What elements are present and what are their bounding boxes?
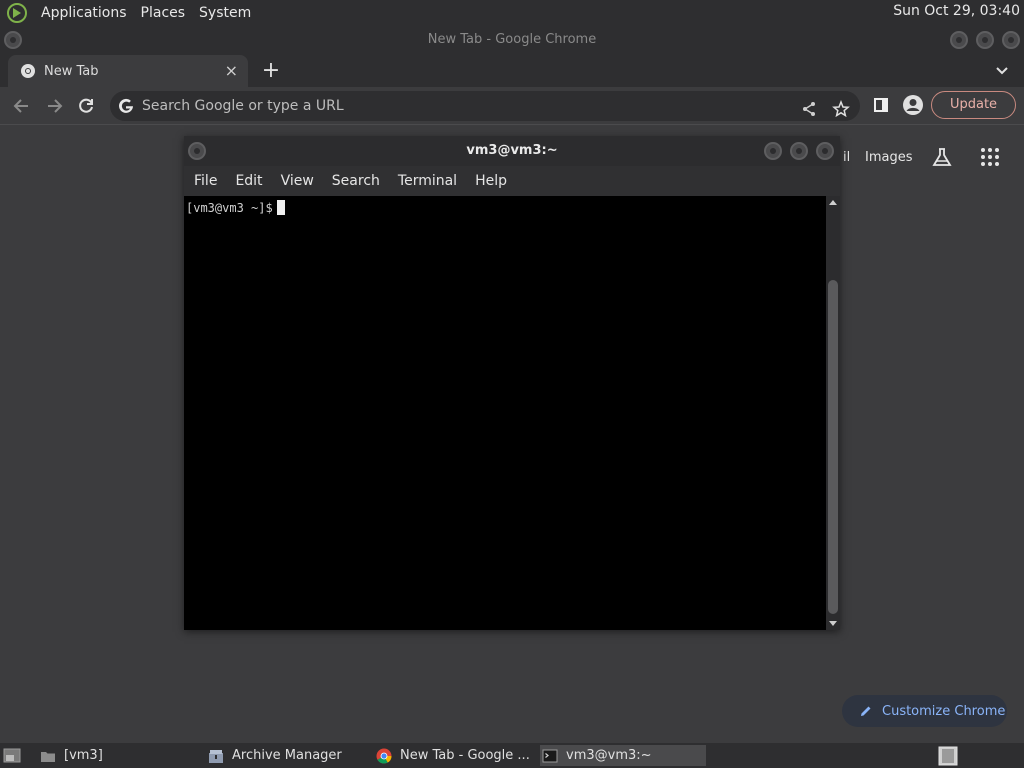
images-link[interactable]: Images xyxy=(865,150,913,165)
task-chrome[interactable]: New Tab - Google ... xyxy=(374,745,534,766)
terminal-menu-help[interactable]: Help xyxy=(467,173,515,189)
maximize-icon[interactable] xyxy=(976,31,994,49)
bottom-taskbar: [vm3] Archive Manager New Tab - Google .… xyxy=(0,743,1024,768)
apps-grid-icon[interactable] xyxy=(980,147,1000,167)
scroll-up-icon[interactable] xyxy=(829,200,837,205)
terminal-icon xyxy=(542,749,558,762)
workspace-switcher-icon[interactable] xyxy=(938,746,958,766)
profile-avatar-icon[interactable] xyxy=(902,94,924,116)
terminal-window: vm3@vm3:~ File Edit View Search Terminal… xyxy=(184,136,840,630)
new-tab-button[interactable]: + xyxy=(259,58,283,83)
chrome-titlebar[interactable]: New Tab - Google Chrome xyxy=(0,25,1024,55)
terminal-window-menu-icon[interactable] xyxy=(188,142,206,160)
task-terminal[interactable]: vm3@vm3:~ xyxy=(540,745,706,766)
side-panel-icon[interactable] xyxy=(872,96,890,114)
share-icon[interactable] xyxy=(800,100,818,118)
customize-label: Customize Chrome xyxy=(882,703,1006,719)
terminal-title: vm3@vm3:~ xyxy=(466,143,558,158)
terminal-scrollbar[interactable] xyxy=(826,196,840,630)
omnibox[interactable]: Search Google or type a URL xyxy=(110,91,860,121)
close-window-icon[interactable] xyxy=(1002,31,1020,49)
update-button[interactable]: Update xyxy=(931,91,1016,119)
tab-strip: New Tab × + xyxy=(0,55,1024,87)
task-label: New Tab - Google ... xyxy=(400,748,530,763)
customize-chrome-button[interactable]: Customize Chrome xyxy=(842,695,1007,727)
google-g-icon xyxy=(119,98,133,113)
terminal-close-icon[interactable] xyxy=(816,142,834,160)
gmail-link[interactable]: il xyxy=(843,150,850,165)
tab-close-icon[interactable]: × xyxy=(225,61,238,80)
scroll-thumb[interactable] xyxy=(828,280,838,614)
tab-new-tab[interactable]: New Tab × xyxy=(8,55,248,87)
terminal-menu-edit[interactable]: Edit xyxy=(227,173,270,189)
window-menu-icon[interactable] xyxy=(4,31,22,49)
back-arrow-icon[interactable] xyxy=(12,96,32,116)
chrome-toolbar: Search Google or type a URL Update xyxy=(0,87,1024,125)
menu-applications[interactable]: Applications xyxy=(34,5,134,21)
task-vm3-folder[interactable]: [vm3] xyxy=(38,745,198,766)
pencil-icon xyxy=(861,706,871,716)
minimize-icon[interactable] xyxy=(950,31,968,49)
task-archive-manager[interactable]: Archive Manager xyxy=(206,745,366,766)
reload-icon[interactable] xyxy=(76,96,96,116)
folder-icon xyxy=(41,751,55,762)
scroll-down-icon[interactable] xyxy=(829,621,837,626)
terminal-titlebar[interactable]: vm3@vm3:~ xyxy=(184,136,840,166)
task-label: [vm3] xyxy=(64,748,103,763)
distro-logo-icon[interactable] xyxy=(6,2,28,24)
omnibox-placeholder: Search Google or type a URL xyxy=(142,98,344,114)
chrome-icon xyxy=(21,64,35,78)
chevron-down-icon[interactable] xyxy=(994,62,1010,78)
terminal-menu-file[interactable]: File xyxy=(186,173,225,189)
top-panel: Applications Places System Sun Oct 29, 0… xyxy=(0,0,1024,25)
task-label: vm3@vm3:~ xyxy=(566,748,652,763)
chrome-icon xyxy=(376,748,392,764)
labs-flask-icon[interactable] xyxy=(931,146,953,168)
terminal-menu-view[interactable]: View xyxy=(273,173,322,189)
clock[interactable]: Sun Oct 29, 03:40 xyxy=(893,3,1020,19)
chrome-window-title: New Tab - Google Chrome xyxy=(427,32,597,47)
shell-prompt: [vm3@vm3 ~]$ xyxy=(186,201,273,215)
bookmark-star-icon[interactable] xyxy=(832,100,850,118)
text-cursor xyxy=(276,200,285,215)
terminal-menubar: File Edit View Search Terminal Help xyxy=(184,166,840,196)
forward-arrow-icon[interactable] xyxy=(44,96,64,116)
terminal-minimize-icon[interactable] xyxy=(764,142,782,160)
task-label: Archive Manager xyxy=(232,748,342,763)
archive-icon xyxy=(209,749,223,763)
terminal-maximize-icon[interactable] xyxy=(790,142,808,160)
menu-places[interactable]: Places xyxy=(134,5,193,21)
terminal-screen[interactable]: [vm3@vm3 ~]$ xyxy=(184,196,826,630)
show-desktop-icon[interactable] xyxy=(3,747,21,764)
menu-system[interactable]: System xyxy=(192,5,258,21)
tab-label: New Tab xyxy=(44,63,99,79)
terminal-menu-search[interactable]: Search xyxy=(324,173,388,189)
terminal-menu-terminal[interactable]: Terminal xyxy=(390,173,465,189)
